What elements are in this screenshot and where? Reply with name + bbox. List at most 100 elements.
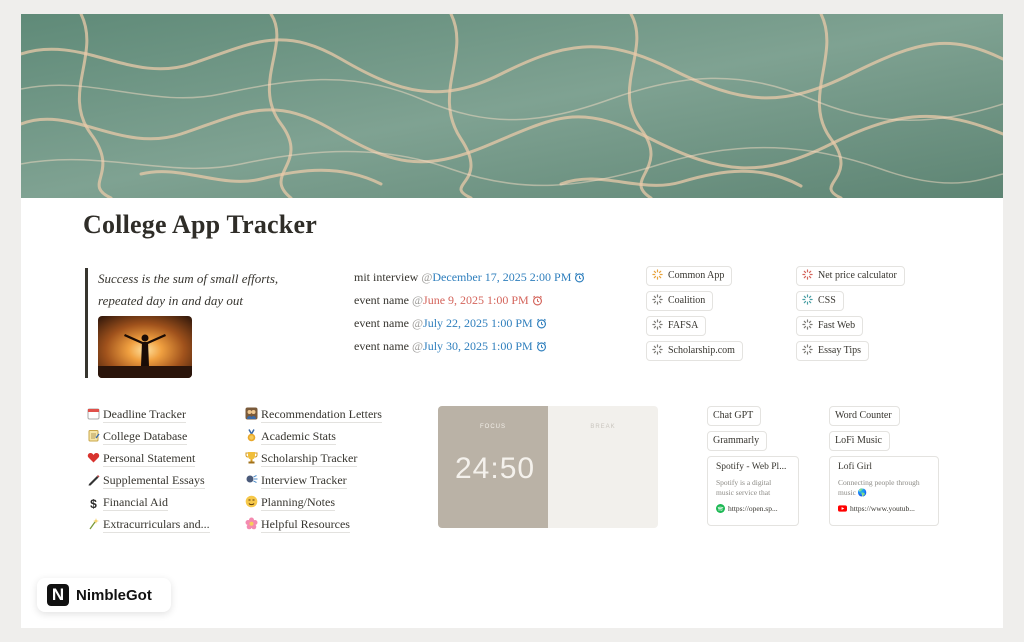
focus-tab[interactable]: FOCUS <box>438 424 548 430</box>
event-date[interactable]: July 22, 2025 1:00 PM <box>423 316 533 330</box>
nav-supplemental-essays[interactable]: Supplemental Essays <box>87 469 210 491</box>
dollar-icon: $ <box>90 497 97 511</box>
nav-scholarship-tracker[interactable]: Scholarship Tracker <box>245 447 382 469</box>
page-title: College App Tracker <box>83 210 317 239</box>
link-css[interactable]: CSS <box>796 291 844 311</box>
bookmark-url: https://open.sp... <box>728 504 778 513</box>
sunset-image <box>98 316 192 378</box>
calendar-icon <box>87 405 100 420</box>
nav-column-1: Deadline Tracker College Database Person… <box>87 403 210 535</box>
link-label: LoFi Music <box>835 435 882 446</box>
mention-at: @ <box>411 339 424 353</box>
bookmark-description: Connecting people through music 🌎 <box>838 478 920 497</box>
nav-label: Academic Stats <box>261 429 336 445</box>
link-coalition[interactable]: Coalition <box>646 291 714 311</box>
event-date[interactable]: July 30, 2025 1:00 PM <box>423 339 533 353</box>
nav-personal-statement[interactable]: Personal Statement <box>87 447 210 469</box>
event-date[interactable]: December 17, 2025 2:00 PM <box>432 270 571 284</box>
pomodoro-timer[interactable]: FOCUS 24:50 BREAK <box>438 406 658 528</box>
link-label: Essay Tips <box>818 345 862 356</box>
link-label: Common App <box>668 270 725 281</box>
nav-recommendation-letters[interactable]: Recommendation Letters <box>245 403 382 425</box>
loader-icon <box>802 319 813 330</box>
nav-label: Planning/Notes <box>261 495 335 511</box>
link-essay-tips[interactable]: Essay Tips <box>796 341 870 361</box>
bookmark-spotify[interactable]: Spotify - Web Pl... Spotify is a digital… <box>707 456 799 526</box>
nav-college-database[interactable]: College Database <box>87 425 210 447</box>
nav-label: Extracurriculars and... <box>103 517 210 533</box>
event-row[interactable]: event name @July 30, 2025 1:00 PM <box>354 335 634 358</box>
focus-panel[interactable]: FOCUS 24:50 <box>438 406 548 528</box>
nav-label: Financial Aid <box>103 495 168 511</box>
link-fafsa[interactable]: FAFSA <box>646 316 707 336</box>
event-name: event name <box>354 316 409 330</box>
events-list: mit interview @December 17, 2025 2:00 PM… <box>354 266 634 358</box>
loader-icon <box>652 344 663 355</box>
alarm-clock-icon <box>532 291 543 314</box>
brand-logo: N <box>47 584 69 606</box>
link-label: Net price calculator <box>818 270 897 281</box>
event-row[interactable]: event name @June 9, 2025 1:00 PM <box>354 289 634 312</box>
nav-label: Deadline Tracker <box>103 407 186 423</box>
link-scholarship[interactable]: Scholarship.com <box>646 341 743 361</box>
alarm-clock-icon <box>574 268 585 291</box>
link-label: Word Counter <box>835 410 892 421</box>
nav-label: Personal Statement <box>103 451 196 467</box>
nav-financial-aid[interactable]: $ Financial Aid <box>87 491 210 513</box>
link-common-app[interactable]: Common App <box>646 266 733 286</box>
nav-label: College Database <box>103 429 188 445</box>
nav-label: Scholarship Tracker <box>261 451 358 467</box>
bookmark-title: Lofi Girl <box>838 462 873 472</box>
nav-label: Recommendation Letters <box>261 407 382 423</box>
link-fast-web[interactable]: Fast Web <box>796 316 864 336</box>
brand-name: NimbleGot <box>76 586 152 604</box>
sparkle-icon <box>87 515 100 530</box>
link-label: Chat GPT <box>713 410 754 421</box>
mention-at: @ <box>411 293 424 307</box>
loader-icon <box>652 269 663 280</box>
heart-icon <box>87 449 100 463</box>
nav-planning-notes[interactable]: Planning/Notes <box>245 491 382 513</box>
link-label: Coalition <box>668 295 706 306</box>
quote-block: Success is the sum of small efforts, rep… <box>85 268 335 378</box>
link-word-counter[interactable]: Word Counter <box>829 406 900 426</box>
link-label: Scholarship.com <box>668 345 735 356</box>
quote-line-2: repeated day in and day out <box>98 293 244 308</box>
people-icon <box>245 405 258 420</box>
brand-badge: N NimbleGot <box>37 578 171 612</box>
link-label: CSS <box>818 295 836 306</box>
mention-at: @ <box>421 270 433 284</box>
link-grammarly[interactable]: Grammarly <box>707 431 768 451</box>
nav-extracurriculars[interactable]: Extracurriculars and... <box>87 513 210 535</box>
event-name: event name <box>354 339 409 353</box>
break-tab[interactable]: BREAK <box>548 424 658 430</box>
break-panel[interactable]: BREAK <box>548 406 658 528</box>
flower-icon <box>245 515 258 530</box>
nav-helpful-resources[interactable]: Helpful Resources <box>245 513 382 535</box>
nav-academic-stats[interactable]: Academic Stats <box>245 425 382 447</box>
nav-label: Interview Tracker <box>261 473 347 489</box>
event-row[interactable]: mit interview @December 17, 2025 2:00 PM <box>354 266 634 289</box>
event-row[interactable]: event name @July 22, 2025 1:00 PM <box>354 312 634 335</box>
link-lofi-music[interactable]: LoFi Music <box>829 431 890 451</box>
nav-deadline-tracker[interactable]: Deadline Tracker <box>87 403 210 425</box>
link-label: Fast Web <box>818 320 856 331</box>
cover-image <box>21 14 1003 198</box>
alarm-clock-icon <box>536 314 547 337</box>
alarm-clock-icon <box>536 337 547 360</box>
quote-line-1: Success is the sum of small efforts, <box>98 271 279 286</box>
timer-display: 24:50 <box>455 452 536 485</box>
event-date[interactable]: June 9, 2025 1:00 PM <box>423 293 529 307</box>
nav-label: Helpful Resources <box>261 517 350 533</box>
loader-icon <box>802 344 813 355</box>
link-net-price-calculator[interactable]: Net price calculator <box>796 266 905 286</box>
link-label: FAFSA <box>668 320 699 331</box>
loader-icon <box>802 294 813 305</box>
event-name: mit interview <box>354 270 419 284</box>
nav-interview-tracker[interactable]: Interview Tracker <box>245 469 382 491</box>
link-chat-gpt[interactable]: Chat GPT <box>707 406 762 426</box>
loader-icon <box>652 319 663 330</box>
face-icon <box>245 493 258 508</box>
bookmark-lofi-girl[interactable]: Lofi Girl Connecting people through musi… <box>829 456 939 526</box>
trophy-icon <box>245 449 258 464</box>
